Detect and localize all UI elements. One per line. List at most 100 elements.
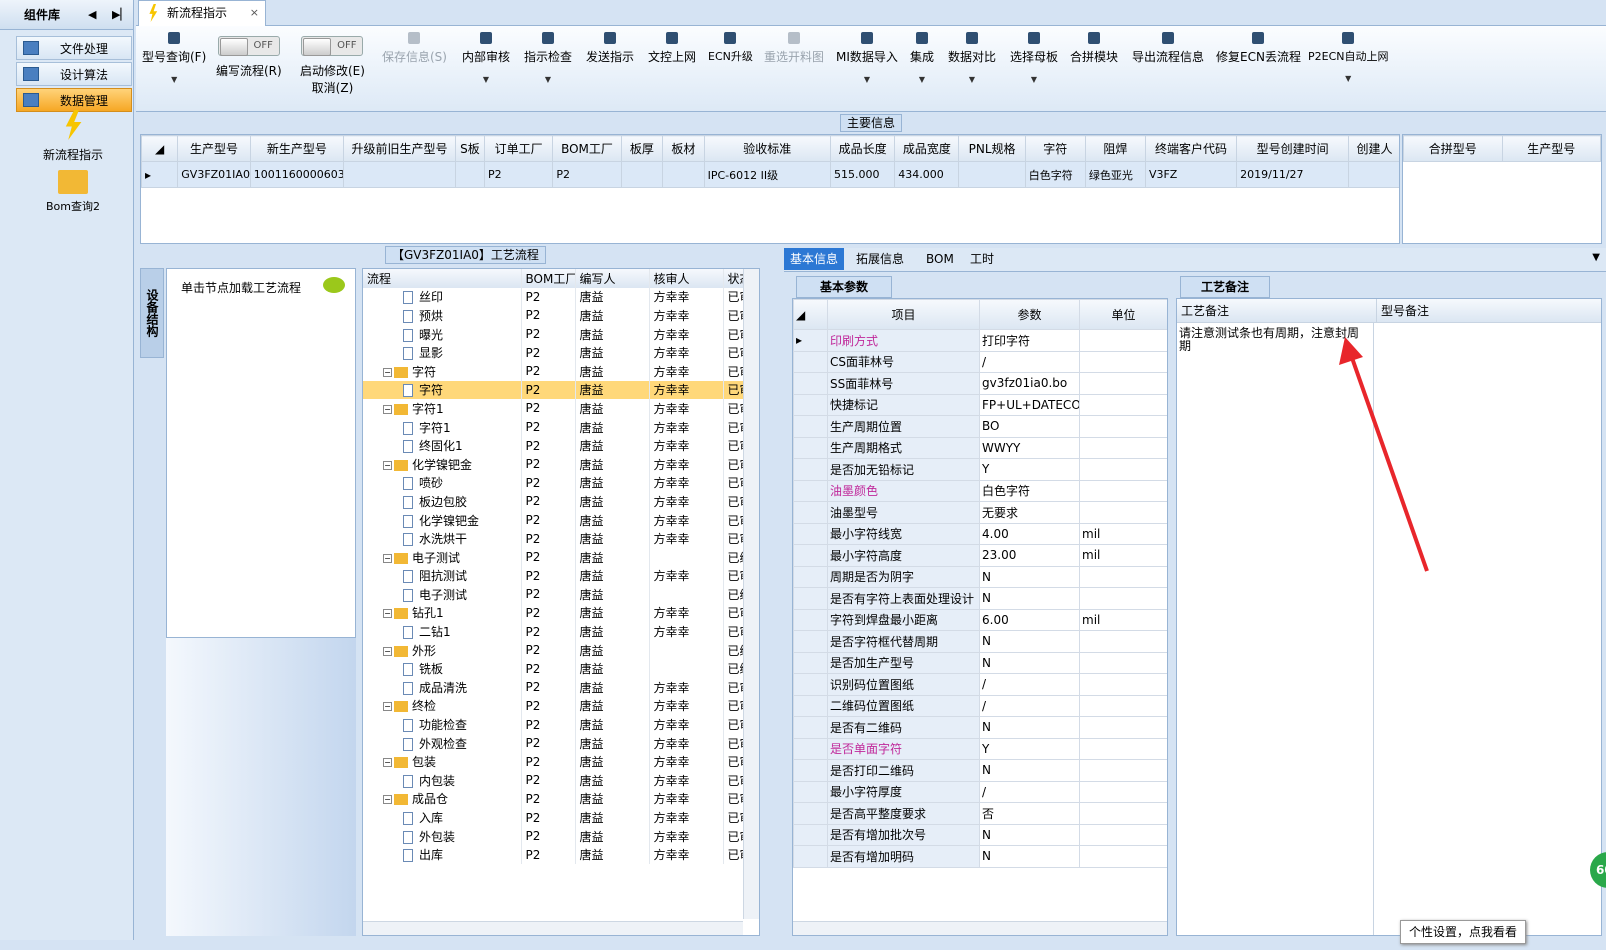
collapse-icon[interactable]: − — [383, 553, 392, 563]
integrate-button[interactable]: 集成 ▼ — [910, 32, 934, 84]
table-row[interactable]: 是否高平整度要求否 — [793, 802, 1167, 825]
mi-import-button[interactable]: MI数据导入 ▼ — [836, 32, 898, 84]
table-row[interactable]: 喷砂P2唐益方幸幸已审核 — [363, 473, 759, 493]
column-header[interactable]: 新生产型号 — [249, 135, 345, 162]
param-hscroll[interactable] — [793, 921, 1167, 935]
vertical-tab-equipment[interactable]: 设备结构 — [140, 268, 164, 358]
table-cell[interactable]: 515.000 — [829, 161, 896, 188]
column-header[interactable]: 板厚 — [620, 135, 664, 162]
table-cell[interactable]: 10011600006032 — [249, 161, 345, 188]
table-cell[interactable] — [343, 161, 456, 188]
dropdown-arrow-icon[interactable]: ▼ — [462, 75, 510, 84]
table-row[interactable]: 外包装P2唐益方幸幸已审核 — [363, 826, 759, 846]
table-row[interactable]: 生产周期位置 BO — [793, 415, 1167, 438]
table-row[interactable]: 终固化1P2唐益方幸幸已审核 — [363, 436, 759, 455]
table-row[interactable]: −包装P2唐益方幸幸已审核 — [363, 752, 759, 772]
table-row[interactable]: 生产周期格式 WWYY — [793, 436, 1167, 459]
column-header[interactable]: 创建人 — [1348, 135, 1399, 162]
write-flow-toggle[interactable]: OFF 编写流程(R) — [216, 36, 282, 79]
collapse-icon[interactable]: − — [383, 367, 392, 377]
chat-bubble-icon[interactable] — [323, 277, 345, 293]
repair-ecn-button[interactable]: 修复ECN丢流程 — [1216, 32, 1301, 65]
close-icon[interactable]: × — [250, 1, 259, 25]
table-cell[interactable]: IPC-6012 II级 — [703, 161, 831, 188]
table-row[interactable]: 字符到焊盘最小距离 6.00 mil — [793, 608, 1167, 631]
table-row[interactable]: 是否有增加批次号 N — [793, 823, 1167, 846]
table-cell[interactable]: P2 — [483, 161, 554, 188]
column-header[interactable]: 成品宽度 — [894, 135, 960, 162]
table-row[interactable]: 板边包胶P2唐益方幸幸已审核 — [363, 492, 759, 511]
table-row[interactable]: SS面菲林号 gv3fz01ia0.bo — [793, 372, 1167, 395]
toggle-switch[interactable]: OFF — [301, 36, 364, 56]
table-row[interactable]: 最小字符厚度 / — [793, 780, 1167, 803]
send-instruction-button[interactable]: 发送指示 — [586, 32, 634, 65]
table-row[interactable]: 快捷标记FP+UL+DATECODE — [793, 393, 1167, 416]
table-row[interactable]: 识别码位置图纸 / — [793, 673, 1167, 696]
bom-query-shortcut[interactable]: Bom查询2 — [18, 170, 128, 214]
dropdown-arrow-icon[interactable]: ▼ — [142, 75, 206, 84]
table-row[interactable]: −字符1P2唐益方幸幸已审核 — [363, 399, 759, 418]
select-mother-board-button[interactable]: 选择母板 ▼ — [1010, 32, 1058, 84]
table-row[interactable]: 字符P2唐益方幸幸已审核 — [363, 380, 759, 400]
flow-hscroll[interactable] — [363, 921, 743, 935]
column-header[interactable]: S板 — [454, 135, 485, 162]
table-row[interactable]: 出库P2唐益方幸幸已审核 — [363, 845, 759, 864]
flow-vscroll[interactable] — [743, 269, 759, 919]
table-cell[interactable]: V3FZ — [1144, 161, 1238, 188]
model-query-button[interactable]: 型号查询(F) ▼ — [142, 32, 206, 84]
table-row[interactable]: 电子测试P2唐益已编写 — [363, 585, 759, 604]
export-flow-button[interactable]: 导出流程信息 — [1132, 32, 1204, 65]
table-cell[interactable]: GV3FZ01IA0 — [177, 161, 251, 188]
table-cell[interactable] — [620, 161, 664, 188]
table-cell[interactable]: 白色字符 — [1024, 161, 1086, 188]
tab-work-hours[interactable]: 工时 — [964, 248, 1000, 270]
table-row[interactable]: −成品仓P2唐益方幸幸已审核 — [363, 789, 759, 809]
dropdown-arrow-icon[interactable]: ▼ — [948, 75, 996, 84]
toggle-switch[interactable]: OFF — [217, 36, 280, 56]
table-cell[interactable] — [454, 161, 485, 188]
column-header[interactable]: 阻焊 — [1084, 135, 1146, 162]
tab-new-flow[interactable]: 新流程指示 × — [138, 0, 266, 26]
column-header[interactable]: 成品长度 — [829, 135, 896, 162]
column-header[interactable]: 订单工厂 — [483, 135, 554, 162]
doc-online-button[interactable]: 文控上网 — [648, 32, 696, 65]
sidebar-item-design-algorithm[interactable]: 设计算法 — [16, 62, 132, 86]
sidebar-item-data-management[interactable]: 数据管理 — [16, 88, 132, 112]
pin-icon[interactable]: ▶▏ — [112, 0, 129, 30]
column-header[interactable]: 板材 — [662, 135, 705, 162]
column-header[interactable]: PNL规格 — [958, 135, 1026, 162]
table-row[interactable]: −外形P2唐益已编写 — [363, 640, 759, 660]
tab-extended-info[interactable]: 拓展信息 — [850, 248, 910, 270]
collapse-icon[interactable]: − — [383, 460, 392, 470]
internal-review-button[interactable]: 内部审核 ▼ — [462, 32, 510, 84]
table-row[interactable]: 曝光P2唐益方幸幸已审核 — [363, 324, 759, 344]
dropdown-arrow-icon[interactable]: ▼ — [836, 75, 898, 84]
table-cell[interactable]: 2019/11/27 — [1236, 161, 1350, 188]
column-header[interactable]: 终端客户代码 — [1144, 135, 1238, 162]
table-row[interactable]: 是否加生产型号 N — [793, 651, 1167, 674]
column-header[interactable]: BOM工厂 — [552, 135, 622, 162]
table-row[interactable]: 是否字符框代替周期 N — [793, 630, 1167, 653]
table-row[interactable]: 油墨型号 无要求 — [793, 501, 1167, 524]
table-row[interactable]: 化学镍钯金P2唐益方幸幸已审核 — [363, 510, 759, 530]
column-header[interactable]: 型号创建时间 — [1236, 135, 1350, 162]
collapse-icon[interactable]: − — [383, 404, 392, 414]
table-row[interactable]: 是否打印二维码 N — [793, 759, 1167, 782]
table-row[interactable]: 水洗烘干P2唐益方幸幸已审核 — [363, 529, 759, 548]
new-flow-shortcut[interactable]: 新流程指示 — [18, 110, 128, 163]
ecn-upgrade-button[interactable]: ECN升级 — [708, 32, 753, 64]
collapse-icon[interactable]: − — [383, 609, 392, 619]
table-row[interactable]: 铣板P2唐益已编写 — [363, 659, 759, 679]
save-info-button[interactable]: 保存信息(S) — [382, 32, 447, 65]
table-row[interactable]: ▸ 印刷方式 打印字符 — [793, 329, 1167, 352]
column-header[interactable]: 验收标准 — [703, 135, 831, 162]
table-row[interactable]: −电子测试P2唐益已编写 — [363, 547, 759, 567]
table-cell[interactable] — [958, 161, 1026, 188]
table-row[interactable]: 成品清洗P2唐益方幸幸已审核 — [363, 678, 759, 697]
tab-bom[interactable]: BOM — [920, 248, 960, 270]
dropdown-arrow-icon[interactable]: ▼ — [1010, 75, 1058, 84]
table-row[interactable]: 是否有二维码 N — [793, 716, 1167, 739]
table-row[interactable]: 是否加无铅标记 Y — [793, 458, 1167, 481]
reselect-cut-button[interactable]: 重选开料图 — [764, 32, 824, 65]
tab-basic-info[interactable]: 基本信息 — [784, 248, 845, 270]
